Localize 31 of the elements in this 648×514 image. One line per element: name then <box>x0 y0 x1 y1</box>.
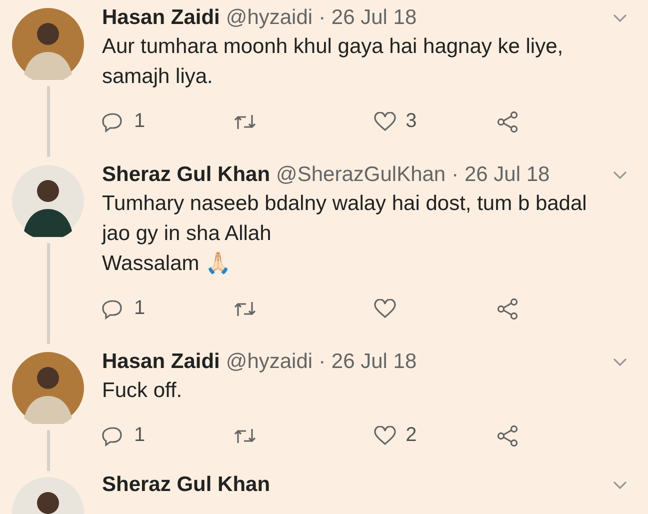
tweet-text: Wassalam 🙏🏻 <box>102 251 232 277</box>
reply-icon[interactable] <box>102 424 124 446</box>
tweet-text: Aur tumhara moonh khul gaya hai hagnay ke liye, samajh liya. <box>102 34 564 90</box>
heart-icon[interactable] <box>374 298 396 318</box>
reply-icon[interactable] <box>102 298 124 320</box>
avatar-icon[interactable] <box>12 165 84 237</box>
count: 1 <box>134 297 146 320</box>
count: 3 <box>406 110 417 133</box>
count: 1 <box>134 110 146 133</box>
avatar-icon[interactable] <box>12 8 84 80</box>
author-name[interactable]: Hasan Zaidi <box>102 350 220 374</box>
author-name[interactable]: Sheraz Gul Khan <box>102 473 270 497</box>
share-icon[interactable] <box>497 110 520 132</box>
count: 2 <box>406 424 417 447</box>
share-icon[interactable] <box>497 424 520 446</box>
tweet-date: · 26 Jul 18 <box>452 163 550 187</box>
author-name[interactable]: Hasan Zaidi <box>102 6 220 30</box>
author-handle[interactable]: @hyzaidi <box>226 350 313 374</box>
heart-icon[interactable] <box>374 426 396 446</box>
tweet-date: · 26 Jul 18 <box>318 6 417 30</box>
author-handle[interactable]: @SherazGulKhan <box>276 163 446 187</box>
share-icon[interactable] <box>497 298 520 320</box>
reply-icon[interactable] <box>102 110 124 132</box>
heart-icon[interactable] <box>374 112 396 132</box>
count: 1 <box>134 424 146 447</box>
author-handle[interactable]: @hyzaidi <box>226 6 313 30</box>
tweet-text: Fuck off. <box>102 378 184 404</box>
tweet-date: · 26 Jul 18 <box>318 350 417 374</box>
author-name[interactable]: Sheraz Gul Khan <box>102 163 270 187</box>
avatar-icon[interactable] <box>12 352 84 424</box>
tweet-text: Tumhary naseeb bdalny walay hai dost, tum b badal jao gy in sha Allah <box>102 191 588 247</box>
